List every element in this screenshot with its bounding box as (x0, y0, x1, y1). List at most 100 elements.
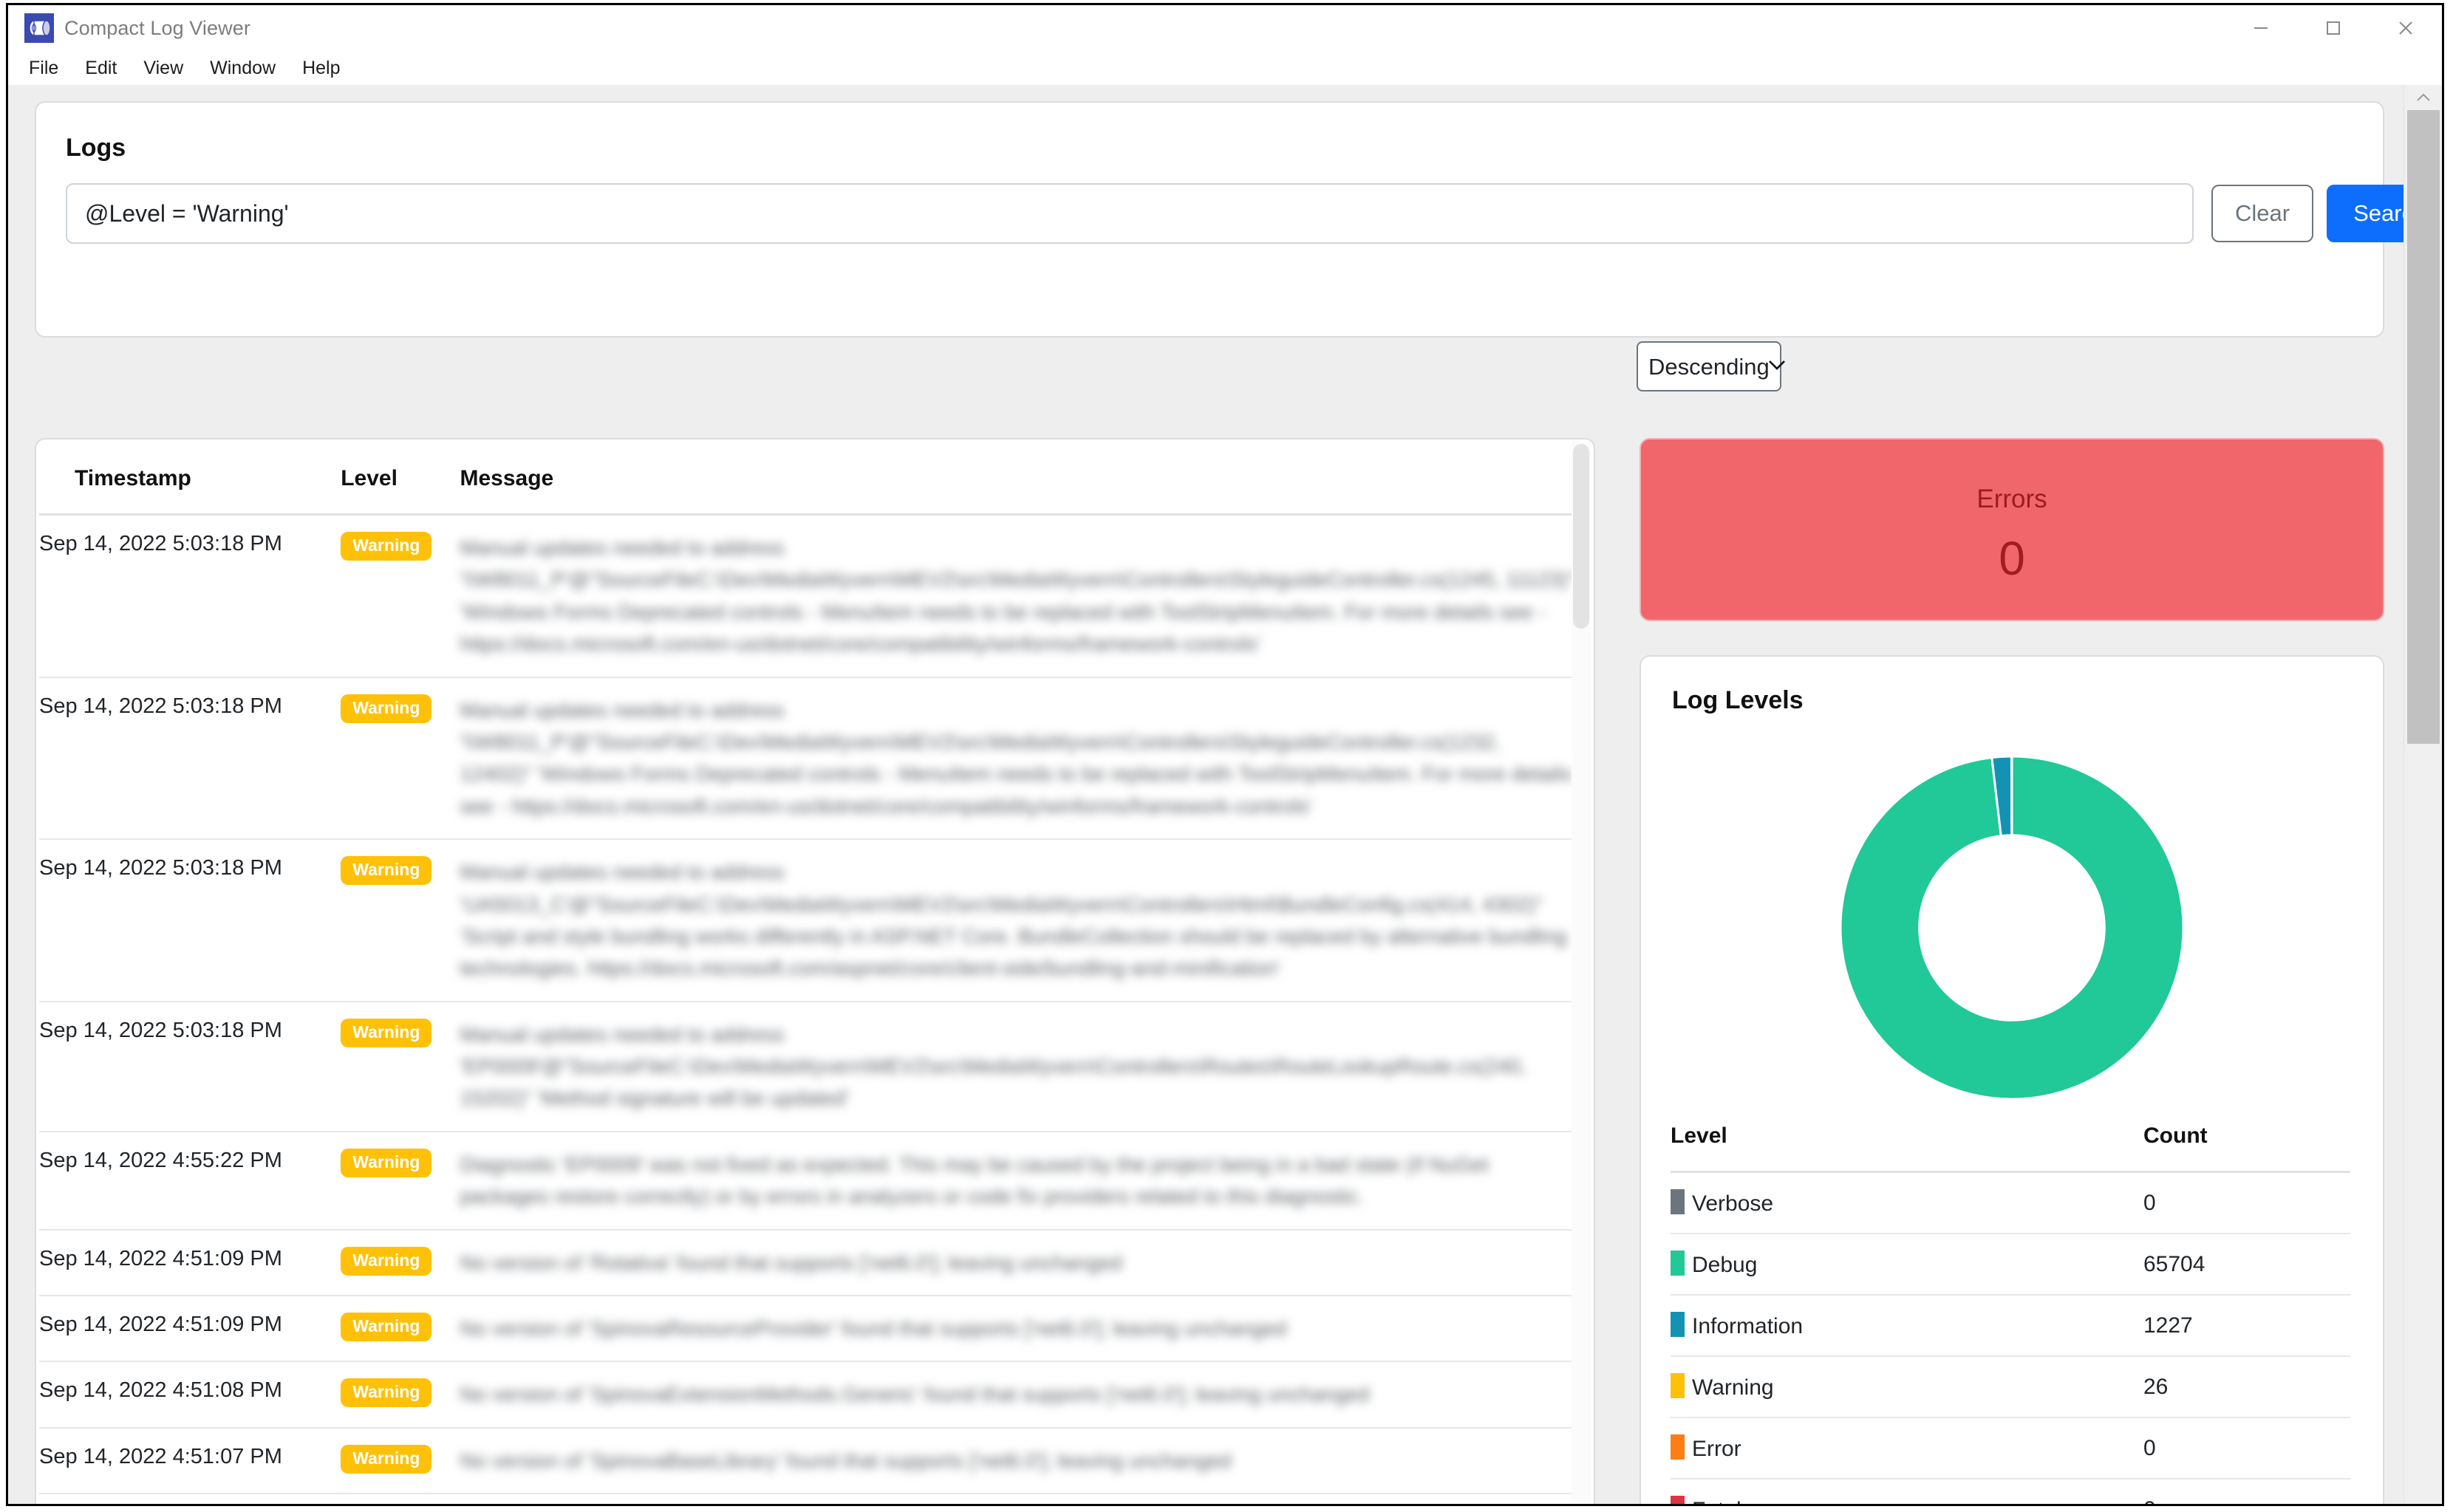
minimize-button[interactable] (2225, 5, 2297, 51)
table-row[interactable]: Sep 14, 2022 4:55:22 PM Warning Diagnostic… (39, 1131, 1576, 1231)
cell-level-name: Debug (1671, 1234, 2143, 1296)
cell-level: Warning (341, 839, 460, 1002)
log-levels-table: Level Count Verbose 0 Debug 65704 Informatio… (1671, 1119, 2350, 1504)
table-row[interactable]: Sep 14, 2022 5:03:18 PM Warning Manual upd… (39, 1001, 1576, 1132)
table-row[interactable]: Sep 14, 2022 4:51:09 PM Warning No version… (39, 1229, 1576, 1297)
legend-color-swatch (1671, 1312, 1685, 1337)
status-badge: Warning (341, 1313, 432, 1342)
menu-item-window[interactable]: Window (199, 55, 286, 82)
status-badge: Warning (341, 856, 432, 886)
cell-message: Manual updates needed to address '\\W801… (460, 677, 1576, 841)
column-header-message[interactable]: Message (460, 439, 1576, 516)
cell-level: Warning (341, 677, 460, 841)
list-item[interactable]: Error 0 (1671, 1417, 2350, 1479)
log-levels-donut-chart (1641, 739, 2383, 1116)
list-item[interactable]: Fatal 0 (1671, 1479, 2350, 1504)
menu-item-view[interactable]: View (133, 55, 194, 82)
legend-label: Warning (1692, 1375, 1774, 1400)
legend-color-swatch (1671, 1373, 1685, 1398)
table-row[interactable]: Sep 14, 2022 4:51:09 PM Warning No version… (39, 1296, 1576, 1363)
menubar: File Edit View Window Help (8, 51, 2442, 85)
cell-level-count: 26 (2143, 1356, 2350, 1418)
status-badge: Warning (341, 1378, 432, 1408)
sort-order-select[interactable]: Descending Ascending (1637, 341, 1781, 391)
message-text: Manual updates needed to address '\\W801… (460, 698, 1572, 818)
message-text: No version of 'SpinovaBaseLibrary' found… (460, 1448, 1232, 1472)
donut-chart-svg (1839, 755, 2185, 1101)
legend-color-swatch (1671, 1434, 1685, 1460)
logs-table-header-row: Timestamp Level Message (39, 439, 1576, 516)
table-row[interactable]: Sep 14, 2022 5:03:18 PM Warning Manual upd… (39, 677, 1576, 841)
cell-message: No version of 'Rotativa' found that supp… (460, 1229, 1576, 1297)
cell-level: Warning (341, 1296, 460, 1363)
cell-timestamp: Sep 14, 2022 5:03:18 PM (39, 677, 341, 841)
app-window: Compact Log Viewer File Edit View Window… (6, 3, 2444, 1506)
legend-label: Debug (1692, 1253, 1758, 1277)
cell-timestamp: Sep 14, 2022 4:51:08 PM (39, 1361, 341, 1429)
errors-label: Errors (1976, 485, 2047, 513)
cell-level: Warning (341, 1494, 460, 1504)
cell-level: Warning (341, 1427, 460, 1495)
list-item[interactable]: Warning 26 (1671, 1356, 2350, 1418)
menu-item-help[interactable]: Help (292, 55, 350, 82)
table-row[interactable]: Sep 14, 2022 5:03:18 PM Warning Manual upd… (39, 839, 1576, 1002)
logs-scrollbar-thumb[interactable] (1573, 444, 1589, 629)
column-header-timestamp[interactable]: Timestamp (39, 439, 341, 516)
list-item[interactable]: Debug 65704 (1671, 1234, 2350, 1296)
status-badge: Warning (341, 1018, 432, 1047)
table-row[interactable]: Sep 14, 2022 4:51:07 PMWarningNo version… (39, 1427, 1576, 1495)
column-header-count: Count (2143, 1119, 2350, 1173)
cell-level: Warning (341, 1361, 460, 1429)
column-header-level[interactable]: Level (341, 439, 460, 516)
maximize-button[interactable] (2297, 5, 2370, 51)
donut-slice-warning (2010, 755, 2013, 837)
menu-item-file[interactable]: File (24, 55, 69, 82)
status-badge: Warning (341, 1246, 432, 1276)
legend-label: Error (1692, 1437, 1741, 1461)
message-text: Manual updates needed to address '\\W801… (460, 536, 1575, 656)
table-row[interactable]: Sep 14, 2022 4:51:07 PMWarningNo version… (39, 1494, 1576, 1504)
cell-message: No version of 'SpinovaResourceProvider' … (460, 1296, 1576, 1363)
cell-message: Manual updates needed to address 'UA5013… (460, 839, 1576, 1002)
cell-level: Warning (341, 1229, 460, 1297)
logs-table-panel: Timestamp Level Message Sep 14, 2022 5:0… (35, 438, 1595, 1504)
legend-color-swatch (1671, 1189, 1685, 1214)
errors-count: 0 (1999, 532, 2025, 585)
page-scrollbar-thumb[interactable] (2407, 110, 2440, 744)
list-item[interactable]: Information 1227 (1671, 1295, 2350, 1357)
legend-label: Fatal (1692, 1498, 1741, 1504)
close-button[interactable] (2370, 5, 2442, 51)
table-row[interactable]: Sep 14, 2022 4:51:08 PM Warning No version… (39, 1361, 1576, 1429)
legend-color-swatch (1671, 1496, 1685, 1504)
cell-level-count: 0 (2143, 1417, 2350, 1479)
cell-timestamp: Sep 14, 2022 5:03:18 PM (39, 1001, 341, 1132)
cell-timestamp: Sep 14, 2022 4:51:09 PM (39, 1296, 341, 1363)
logs-panel-title: Logs (66, 134, 126, 162)
scroll-up-arrow-icon[interactable] (2404, 85, 2442, 110)
message-text: Manual updates needed to address 'EP0009… (460, 1022, 1526, 1110)
cell-level: Warning (341, 514, 460, 678)
cell-level: Warning (341, 1131, 460, 1231)
logs-scrollbar[interactable] (1572, 442, 1591, 1504)
search-panel: Logs Clear Search (35, 101, 2442, 338)
search-input[interactable] (66, 183, 2194, 244)
table-row[interactable]: Sep 14, 2022 5:03:18 PM Warning Manual upd… (39, 514, 1576, 678)
message-text: No version of 'Rotativa' found that supp… (460, 1251, 1122, 1274)
message-text: Diagnostic 'EP0009' was not fixed as exp… (460, 1152, 1489, 1208)
page-inner: Logs Clear Search Descending Ascending (8, 85, 2442, 1504)
page-scrollbar[interactable] (2403, 85, 2442, 1504)
list-item[interactable]: Verbose 0 (1671, 1171, 2350, 1234)
message-text: No version of 'SpinovaResourceProvider' … (460, 1317, 1287, 1341)
cell-message: No version of 'SpinovaExtensionMethods.G… (460, 1361, 1576, 1429)
menu-item-edit[interactable]: Edit (75, 55, 127, 82)
status-badge: Warning (341, 1148, 432, 1177)
log-levels-title: Log Levels (1672, 686, 1804, 714)
window-controls (2225, 5, 2442, 51)
cell-level-name: Information (1671, 1295, 2143, 1357)
clear-button[interactable]: Clear (2211, 185, 2314, 242)
logs-scroll-region[interactable]: Timestamp Level Message Sep 14, 2022 5:0… (36, 439, 1594, 1504)
status-badge: Warning (341, 694, 432, 723)
message-text: Manual updates needed to address 'UA5013… (460, 861, 1567, 980)
log-app-icon (24, 13, 54, 43)
cell-timestamp: Sep 14, 2022 4:51:07 PM (39, 1494, 341, 1504)
